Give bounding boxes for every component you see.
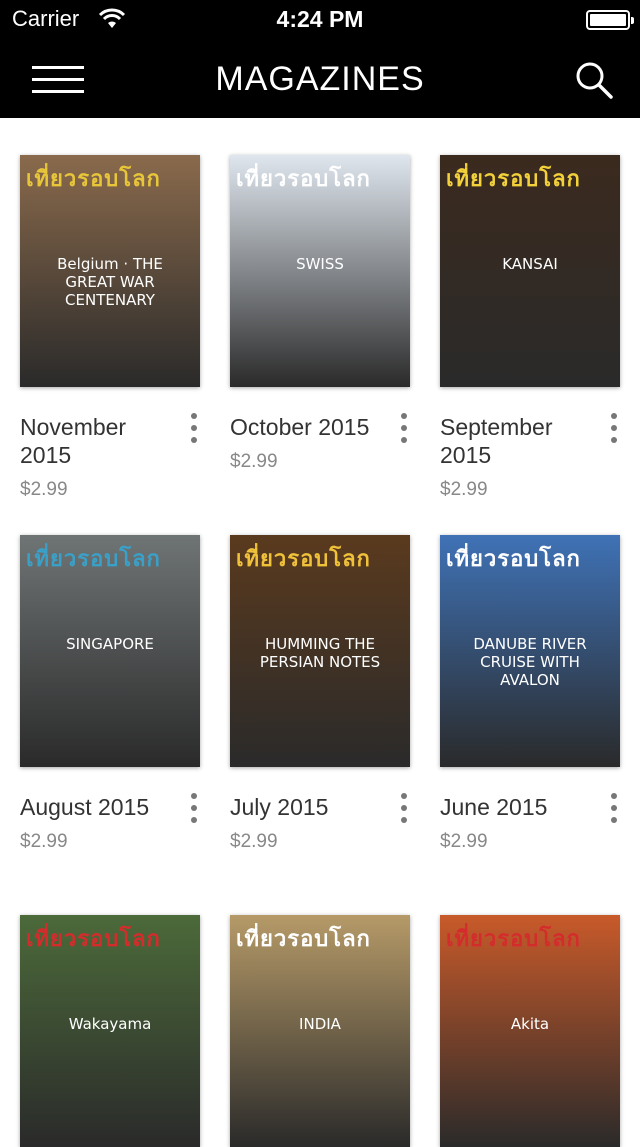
magazine-title: September 2015 [440, 414, 553, 468]
more-options-icon[interactable] [608, 793, 620, 827]
magazine-price: $2.99 [20, 479, 68, 500]
cover-masthead: เที่ยวรอบโลก [236, 546, 371, 572]
cover-headline: Akita [510, 1015, 550, 1033]
magazine-title: July 2015 [230, 794, 329, 820]
magazine-price: $2.99 [20, 831, 68, 852]
more-options-icon[interactable] [188, 793, 200, 827]
magazine-title: June 2015 [440, 794, 548, 820]
cover-headline: KANSAI [502, 255, 558, 273]
magazine-cover[interactable]: เที่ยวรอบโลก Akita [440, 915, 620, 1147]
search-icon[interactable] [574, 60, 614, 100]
magazine-cover[interactable]: เที่ยวรอบโลก SWISS [230, 155, 410, 387]
magazine-cover[interactable]: เที่ยวรอบโลก DANUBE RIVER CRUISE WITH AVA… [440, 535, 620, 767]
navigation-bar: MAGAZINES [0, 40, 640, 118]
magazine-title: November 2015 [20, 414, 127, 468]
battery-icon [586, 10, 634, 30]
more-options-icon[interactable] [608, 413, 620, 447]
cover-masthead: เที่ยวรอบโลก [446, 926, 581, 952]
magazine-price: $2.99 [440, 479, 488, 500]
cover-headline: Wakayama [68, 1015, 152, 1033]
cover-masthead: เที่ยวรอบโลก [236, 166, 371, 192]
cover-masthead: เที่ยวรอบโลก [26, 546, 161, 572]
cover-masthead: เที่ยวรอบโลก [26, 926, 161, 952]
more-options-icon[interactable] [398, 413, 410, 447]
magazine-price: $2.99 [440, 831, 488, 852]
cover-masthead: เที่ยวรอบโลก [236, 926, 371, 952]
cover-headline: SWISS [296, 255, 344, 273]
cover-headline: HUMMING THE PERSIAN NOTES [259, 635, 381, 671]
status-time: 4:24 PM [276, 6, 364, 32]
cover-masthead: เที่ยวรอบโลก [26, 166, 161, 192]
more-options-icon[interactable] [188, 413, 200, 447]
magazine-cover[interactable]: เที่ยวรอบโลก SINGAPORE [20, 535, 200, 767]
magazine-cover[interactable]: เที่ยวรอบโลก INDIA [230, 915, 410, 1147]
magazine-title: October 2015 [230, 414, 370, 440]
page-title: MAGAZINES [215, 60, 425, 98]
cover-headline: INDIA [299, 1015, 341, 1033]
magazine-cover[interactable]: เที่ยวรอบโลก KANSAI [440, 155, 620, 387]
status-bar: Carrier 4:24 PM [0, 0, 640, 40]
magazine-price: $2.99 [230, 831, 278, 852]
magazine-cover[interactable]: เที่ยวรอบโลก HUMMING THE PERSIAN NOTES [230, 535, 410, 767]
more-options-icon[interactable] [398, 793, 410, 827]
cover-headline: Belgium · THE GREAT WAR CENTENARY [57, 255, 163, 309]
magazine-title: August 2015 [20, 794, 150, 820]
cover-headline: SINGAPORE [66, 635, 154, 653]
magazine-cover[interactable]: เที่ยวรอบโลก Wakayama [20, 915, 200, 1147]
cover-masthead: เที่ยวรอบโลก [446, 166, 581, 192]
magazine-cover[interactable]: เที่ยวรอบโลก Belgium · THE GREAT WAR CENT… [20, 155, 200, 387]
cover-headline: DANUBE RIVER CRUISE WITH AVALON [473, 635, 587, 689]
cover-masthead: เที่ยวรอบโลก [446, 546, 581, 572]
magazine-price: $2.99 [230, 451, 278, 472]
